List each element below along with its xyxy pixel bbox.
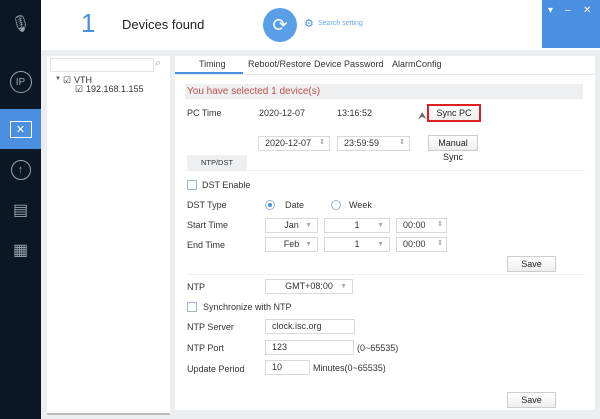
search-icon[interactable]: ⌕ [155,57,161,70]
tree-device[interactable]: 192.168.1.155 [86,84,144,94]
timezone-select[interactable]: GMT+08:00 ▼ [265,279,353,294]
dropdown-arrow-icon: ▼ [340,283,347,290]
date-radio[interactable] [265,200,275,210]
dst-type-label: DST Type [187,200,227,210]
manual-sync-button[interactable]: Manual Sync [428,135,478,162]
building-settings-icon[interactable]: ▦ [0,230,41,270]
pc-time: 13:16:52 [337,108,373,118]
timezone-value: GMT+08:00 [285,281,333,291]
vth-checkbox[interactable]: ☑ [63,75,71,86]
refresh-icon: ⟳ [272,14,288,35]
ntp-server-input[interactable]: clock.isc.org [265,319,355,334]
end-day-select[interactable]: 1 ▼ [324,237,390,252]
subtab-ntp-dst[interactable]: NTP/DST [187,155,247,170]
period-unit-hint: Minutes(0~65535) [313,363,386,373]
pc-date: 2020-12-07 [259,108,306,118]
selected-message: You have selected 1 device(s) [187,86,321,97]
expand-arrow-icon[interactable]: ▼ [55,76,61,82]
week-radio-label: Week [349,200,372,210]
ntp-port-label: NTP Port [187,343,224,353]
start-month-value: Jan [284,220,299,230]
start-day-select[interactable]: 1 ▼ [324,218,390,233]
ntp-server-label: NTP Server [187,322,234,332]
spinner-icon[interactable]: ⇕ [437,238,443,250]
manual-time-value: 23:59:59 [344,138,380,148]
microphone-icon[interactable]: 🎙 [0,4,41,44]
date-radio-label: Date [285,200,305,210]
sidebar: 🎙 IP ✕ ↑ ▤ ▦ [0,0,41,419]
end-day-value: 1 [354,239,360,249]
spinner-icon[interactable]: ⇕ [399,137,405,149]
manual-time-spinner[interactable]: 23:59:59 ⇕ [337,136,410,151]
close-button[interactable]: ✕ [583,5,591,16]
end-month-value: Feb [283,239,300,249]
document-list-icon[interactable]: ▤ [0,190,41,230]
tab-divider [175,74,595,75]
ntp-label: NTP [187,282,205,292]
end-time-value: 00:00 [403,239,426,249]
start-time-spinner[interactable]: 00:00 ⇕ [396,218,447,233]
dropdown-arrow-icon: ▼ [377,241,384,248]
update-period-input[interactable]: 10 [265,360,310,375]
tools-icon[interactable]: ✕ [0,109,41,149]
sync-pc-button[interactable]: Sync PC [427,104,481,122]
header: 1 Devices found ⟳ ⚙ Search setting [41,0,600,50]
start-time-label: Start Time [187,220,229,230]
sync-ntp-label: Synchronize with NTP [203,302,292,312]
spinner-icon[interactable]: ⇕ [437,219,443,231]
manual-date-spinner[interactable]: 2020-12-07 ⇕ [258,136,330,151]
page-title: Devices found [122,17,205,32]
ntp-save-button[interactable]: Save [507,392,556,408]
upgrade-icon[interactable]: ↑ [0,150,41,190]
pc-time-label: PC Time [187,108,222,118]
end-time-label: End Time [187,240,226,250]
main-panel [175,56,595,410]
dropdown-arrow-icon: ▼ [305,241,312,248]
ip-icon[interactable]: IP [0,62,41,102]
tab-reboot-restore[interactable]: Reboot/Restore [248,59,311,69]
minimize-button[interactable]: – [565,5,571,16]
end-time-spinner[interactable]: 00:00 ⇕ [396,237,447,252]
start-month-select[interactable]: Jan ▼ [265,218,318,233]
dst-enable-checkbox[interactable] [187,180,197,190]
device-tree-panel: ⌕ ▼ ☑ VTH ☑ 192.168.1.155 [47,56,170,415]
cursor-icon: ⮝ [418,111,427,122]
tab-timing[interactable]: Timing [199,59,226,69]
week-radio[interactable] [331,200,341,210]
window-controls: ▾ – ✕ [542,0,600,48]
menu-button[interactable]: ▾ [548,5,553,16]
port-range-hint: (0~65535) [357,343,399,353]
search-setting-link[interactable]: Search setting [318,20,363,27]
gear-icon[interactable]: ⚙ [304,17,314,30]
dst-enable-label: DST Enable [202,180,251,190]
active-tab-indicator [175,72,243,74]
divider [187,274,585,275]
spinner-icon[interactable]: ⇕ [319,137,325,149]
start-time-value: 00:00 [403,220,426,230]
device-checkbox[interactable]: ☑ [75,84,83,95]
dst-save-button[interactable]: Save [507,256,556,272]
tab-device-password[interactable]: Device Password [314,59,384,69]
device-count: 1 [81,8,96,38]
divider [187,170,585,171]
update-period-label: Update Period [187,364,245,374]
ntp-port-input[interactable]: 123 [265,340,354,355]
end-month-select[interactable]: Feb ▼ [265,237,318,252]
tree-search-input[interactable] [50,58,154,72]
manual-date-value: 2020-12-07 [265,138,312,148]
dropdown-arrow-icon: ▼ [377,222,384,229]
refresh-button[interactable]: ⟳ [263,8,297,42]
sync-ntp-checkbox[interactable] [187,302,197,312]
tab-alarm-config[interactable]: AlarmConfig [392,59,442,69]
dropdown-arrow-icon: ▼ [305,222,312,229]
start-day-value: 1 [354,220,360,230]
